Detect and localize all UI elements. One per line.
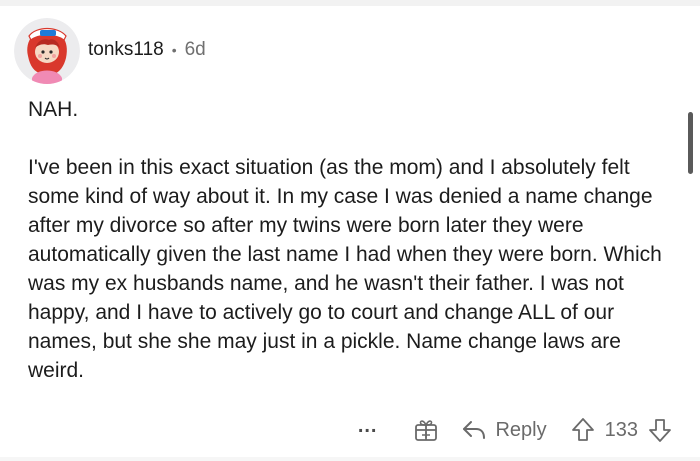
gift-award-button[interactable]	[413, 417, 439, 443]
bottom-divider	[0, 457, 700, 461]
downvote-button[interactable]	[648, 417, 672, 443]
comment-body: NAH. I've been in this exact situation (…	[28, 95, 678, 385]
upvote-button[interactable]	[571, 417, 595, 443]
comment-age: 6d	[184, 39, 206, 60]
username-link[interactable]: tonks118	[88, 39, 164, 61]
scrollbar-thumb[interactable]	[688, 112, 693, 174]
more-options-icon[interactable]: ...	[358, 416, 378, 436]
comment-header: tonks118 • 6d	[14, 16, 206, 86]
upvote-arrow-icon	[571, 418, 594, 441]
downvote-arrow-icon	[649, 419, 671, 442]
meta-separator: •	[171, 42, 177, 58]
comment-view: tonks118 • 6d NAH. I've been in this exa…	[0, 0, 700, 461]
user-meta: tonks118 • 6d	[88, 39, 206, 61]
vote-score: 133	[604, 418, 638, 441]
reply-button[interactable]: Reply	[461, 418, 547, 442]
reply-arrow-icon	[463, 421, 486, 439]
avatar-icon	[14, 18, 80, 84]
comment-first-line: NAH.	[28, 98, 79, 121]
avatar[interactable]	[14, 18, 80, 84]
gift-award-icon	[415, 420, 438, 441]
comment-actions: ... Reply 133	[358, 412, 672, 448]
comment-paragraph: I've been in this exact situation (as th…	[28, 156, 662, 382]
top-divider	[0, 0, 700, 6]
reply-label: Reply	[495, 418, 547, 441]
